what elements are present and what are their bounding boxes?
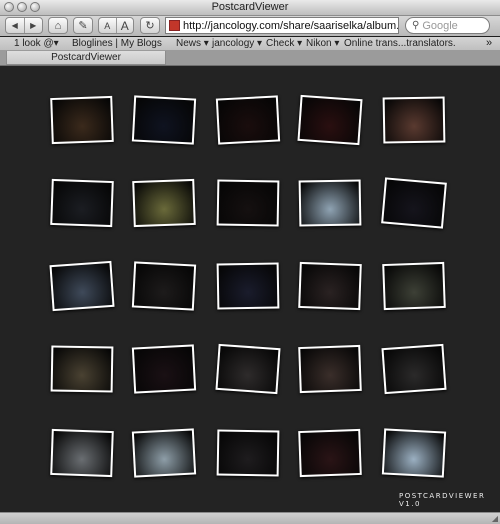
window-title: PostcardViewer [211, 1, 289, 13]
home-icon: ⌂ [54, 19, 62, 32]
photo-image [51, 263, 113, 309]
bookmark-3[interactable]: News ▾ [176, 38, 209, 49]
bookmark-7[interactable]: Online trans...translators. [344, 38, 456, 49]
photo-image [300, 431, 360, 475]
bookmark-5[interactable]: Check ▾ [266, 38, 302, 49]
search-field[interactable]: ⚲ Google [405, 17, 490, 34]
status-bar: ◢ [0, 512, 500, 524]
photo-image [217, 346, 279, 392]
tab-postcardviewer[interactable]: PostcardViewer [6, 51, 166, 65]
photo-image [218, 264, 278, 308]
photo-image [134, 181, 194, 225]
photo-thumbnail[interactable] [50, 345, 114, 393]
bookmark-4[interactable]: jancology ▾ [212, 38, 262, 49]
photo-image [52, 98, 112, 142]
reload-button[interactable]: ↻ [140, 17, 160, 34]
bookmark-2[interactable]: Bloglines | My Blogs [72, 38, 162, 49]
photo-thumbnail[interactable] [50, 95, 114, 145]
photo-image [133, 430, 195, 476]
photo-image [300, 347, 360, 391]
text-size-group: A A [98, 17, 134, 34]
text-bigger-label: A [120, 18, 129, 33]
address-bar-url: http://jancology.com/share/saariselka/al… [183, 19, 399, 32]
photo-thumbnail[interactable] [298, 261, 362, 311]
photo-thumbnail[interactable] [49, 260, 115, 312]
photo-thumbnail[interactable] [216, 179, 280, 227]
address-bar[interactable]: http://jancology.com/share/saariselka/al… [165, 17, 399, 34]
photo-thumbnail[interactable] [50, 178, 114, 228]
photo-thumbnail[interactable] [381, 177, 447, 229]
photo-image [383, 179, 445, 227]
back-icon: ◀ [11, 21, 18, 30]
photo-thumbnail[interactable] [298, 179, 362, 227]
forward-button[interactable]: ▶ [25, 18, 43, 33]
back-forward-group: ◀ ▶ [5, 17, 43, 34]
text-smaller-button[interactable]: A [99, 18, 117, 33]
photo-thumbnail[interactable] [215, 95, 281, 145]
search-placeholder: Google [422, 19, 458, 32]
bookmark-6[interactable]: Nikon ▾ [306, 38, 339, 49]
search-icon: ⚲ [412, 20, 420, 31]
bookmark-1[interactable]: 1 look @▾ [14, 38, 59, 49]
reload-icon: ↻ [145, 20, 155, 32]
text-smaller-label: A [104, 20, 111, 31]
photo-thumbnail[interactable] [131, 261, 197, 311]
photo-image [133, 263, 195, 309]
viewer-credit: POSTCARDVIEWER V1.0 [399, 492, 486, 508]
photo-image [384, 98, 444, 142]
home-button[interactable]: ⌂ [48, 17, 68, 34]
photo-image [300, 264, 360, 308]
photo-image [300, 181, 360, 225]
photo-thumbnail[interactable] [131, 95, 197, 145]
tab-bar: PostcardViewer [0, 51, 500, 66]
photo-image [52, 347, 112, 391]
pencil-icon: ✎ [78, 20, 88, 32]
photo-image [218, 431, 278, 475]
photo-thumbnail[interactable] [131, 428, 197, 478]
photo-image [384, 264, 444, 308]
back-button[interactable]: ◀ [6, 18, 25, 33]
photo-thumbnail[interactable] [216, 429, 280, 477]
photo-image [218, 181, 278, 225]
photo-thumbnail[interactable] [132, 178, 196, 228]
text-bigger-button[interactable]: A [117, 18, 134, 33]
photo-thumbnail[interactable] [297, 94, 363, 146]
edit-button[interactable]: ✎ [73, 17, 93, 34]
forward-icon: ▶ [30, 21, 37, 30]
window-titlebar: PostcardViewer [0, 0, 500, 16]
photo-thumbnail[interactable] [382, 96, 446, 144]
postcard-gallery: POSTCARDVIEWER V1.0 [0, 66, 500, 512]
browser-toolbar: ◀ ▶ ⌂ ✎ A A ↻ http://jancology.com/share… [0, 16, 500, 36]
photo-thumbnail[interactable] [381, 343, 447, 395]
resize-grip-icon[interactable]: ◢ [492, 514, 498, 523]
photo-thumbnail[interactable] [131, 344, 197, 394]
photo-thumbnail[interactable] [298, 428, 362, 478]
photo-thumbnail[interactable] [216, 262, 280, 310]
photo-thumbnail[interactable] [50, 428, 114, 478]
photo-thumbnail[interactable] [298, 344, 362, 394]
photo-image [383, 346, 445, 392]
photo-image [133, 346, 195, 392]
photo-image [217, 97, 279, 143]
photo-thumbnail[interactable] [381, 428, 447, 478]
photo-image [383, 430, 445, 476]
bookmarks-overflow-icon[interactable]: » [486, 37, 492, 49]
site-favicon-icon [169, 20, 180, 31]
photo-image [52, 431, 112, 475]
photo-image [133, 97, 195, 143]
photo-thumbnail[interactable] [215, 343, 281, 395]
photo-image [299, 97, 361, 143]
bookmarks-bar: 1 look @▾ Bloglines | My Blogs News ▾ ja… [0, 37, 500, 51]
photo-image [52, 181, 112, 225]
photo-thumbnail[interactable] [382, 261, 446, 311]
